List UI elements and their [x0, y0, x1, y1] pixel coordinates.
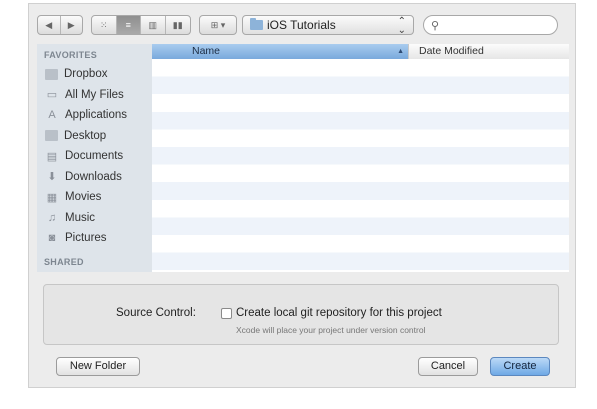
sidebar-item-pictures[interactable]: ◙ Pictures: [37, 228, 152, 249]
documents-icon: ▤: [46, 150, 58, 163]
sidebar-item-label: Dropbox: [64, 68, 108, 81]
location-popup[interactable]: iOS Tutorials ⌃ ⌄: [242, 15, 414, 36]
search-field[interactable]: ⚲: [423, 15, 558, 35]
sidebar-item-label: Downloads: [65, 170, 122, 183]
arrange-icon: ⊞ ▾: [210, 19, 226, 30]
sidebar-item-music[interactable]: ♫ Music: [37, 208, 152, 229]
git-repo-checkbox[interactable]: [221, 308, 232, 319]
source-control-label: Source Control:: [116, 307, 196, 319]
column-header-date-label: Date Modified: [419, 45, 484, 57]
sort-ascending-icon: ▲: [397, 48, 404, 55]
back-forward-control: ◀ ▶: [37, 15, 83, 35]
search-icon: ⚲: [431, 19, 440, 32]
cancel-button[interactable]: Cancel: [418, 357, 478, 376]
file-list: Name ▲ Date Modified: [152, 44, 569, 272]
sidebar-item-label: Desktop: [64, 129, 107, 142]
toolbar: ◀ ▶ ⁙ ≡ ▥ ▮▮ ⊞ ▾ iOS Tutorials ⌃ ⌄ ⚲: [29, 4, 575, 44]
create-button[interactable]: Create: [490, 357, 550, 376]
sidebar-item-label: Documents: [65, 150, 124, 163]
sidebar-item-label: Pictures: [65, 232, 107, 245]
sidebar-item-label: All My Files: [65, 88, 124, 101]
music-icon: ♫: [47, 211, 57, 224]
folder-icon: [45, 68, 58, 80]
sidebar-item-label: Applications: [65, 109, 128, 122]
list-view-icon: ≡: [125, 20, 131, 30]
applications-icon: A: [48, 109, 56, 122]
column-header-date-modified[interactable]: Date Modified: [408, 44, 569, 59]
forward-button[interactable]: ▶: [61, 16, 83, 34]
folder-icon: [250, 18, 263, 30]
coverflow-view-icon: ▮▮: [172, 19, 183, 30]
shared-heading: SHARED: [44, 256, 84, 267]
sidebar-item-desktop[interactable]: Desktop: [37, 126, 152, 147]
sidebar-item-documents[interactable]: ▤ Documents: [37, 146, 152, 167]
sidebar-item-dropbox[interactable]: Dropbox: [37, 64, 152, 85]
files-icon: ▭: [46, 89, 58, 102]
sidebar-item-applications[interactable]: A Applications: [37, 105, 152, 126]
downloads-icon: ⬇: [47, 171, 57, 184]
column-header-name[interactable]: Name ▲: [152, 44, 408, 59]
movies-icon: ▦: [46, 191, 58, 204]
search-input[interactable]: [442, 18, 547, 32]
popup-chevron-icon: ⌃ ⌄: [397, 16, 406, 36]
pictures-icon: ◙: [48, 232, 56, 245]
column-view-button[interactable]: ▥: [141, 16, 166, 34]
sidebar: FAVORITES Dropbox ▭ All My Files A Applicati…: [37, 44, 152, 272]
icon-view-icon: ⁙: [99, 19, 108, 30]
sidebar-item-label: Movies: [65, 191, 102, 204]
location-label: iOS Tutorials: [267, 18, 336, 32]
file-list-rows[interactable]: [152, 59, 569, 272]
forward-arrow-icon: ▶: [67, 19, 75, 30]
desktop-icon: [45, 130, 58, 142]
favorites-heading: FAVORITES: [44, 50, 98, 60]
options-panel: Source Control: Create local git reposit…: [43, 284, 559, 345]
coverflow-view-button[interactable]: ▮▮: [166, 16, 190, 34]
new-folder-button[interactable]: New Folder: [56, 357, 140, 376]
arrange-button[interactable]: ⊞ ▾: [200, 16, 236, 34]
list-header: Name ▲ Date Modified: [152, 44, 569, 59]
save-dialog: ◀ ▶ ⁙ ≡ ▥ ▮▮ ⊞ ▾ iOS Tutorials ⌃ ⌄ ⚲ FAVORIT…: [28, 3, 576, 388]
arrange-control: ⊞ ▾: [199, 15, 237, 35]
list-view-button[interactable]: ≡: [116, 16, 141, 34]
back-button[interactable]: ◀: [38, 16, 61, 34]
view-mode-control: ⁙ ≡ ▥ ▮▮: [91, 15, 191, 35]
sidebar-item-movies[interactable]: ▦ Movies: [37, 187, 152, 208]
sidebar-item-label: Music: [65, 211, 96, 224]
git-repo-checkbox-label[interactable]: Create local git repository for this pro…: [236, 307, 442, 319]
back-arrow-icon: ◀: [45, 19, 53, 30]
sidebar-item-all-my-files[interactable]: ▭ All My Files: [37, 85, 152, 106]
column-view-icon: ▥: [148, 19, 157, 30]
source-control-hint: Xcode will place your project under vers…: [236, 325, 426, 335]
column-header-name-label: Name: [192, 45, 221, 57]
sidebar-item-downloads[interactable]: ⬇ Downloads: [37, 167, 152, 188]
icon-view-button[interactable]: ⁙: [92, 16, 117, 34]
